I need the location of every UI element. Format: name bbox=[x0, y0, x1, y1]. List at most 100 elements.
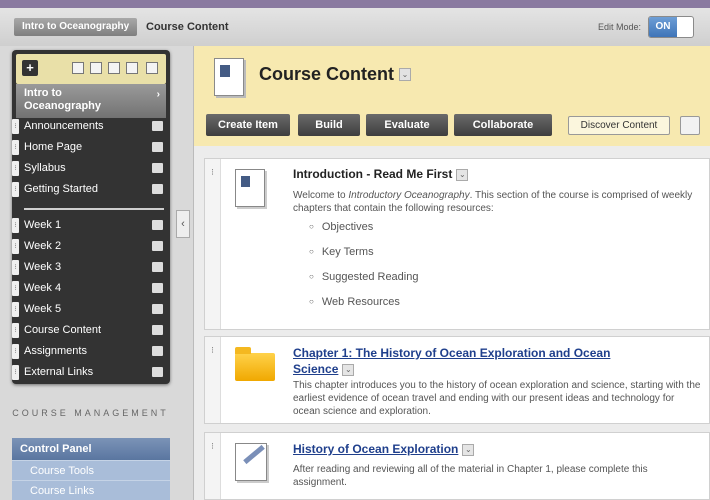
double-chevron-down-icon[interactable]: ⌄ bbox=[462, 443, 475, 456]
drag-handle-icon[interactable]: ⁝ bbox=[205, 433, 221, 499]
evaluate-button[interactable]: Evaluate bbox=[366, 114, 448, 136]
chevron-down-icon[interactable] bbox=[152, 220, 163, 230]
menu-item-announcements[interactable]: ⁝ Announcements bbox=[12, 116, 170, 137]
drag-handle-icon[interactable]: ⁝ bbox=[12, 281, 19, 296]
drag-handle-icon[interactable]: ⁝ bbox=[12, 302, 19, 317]
double-chevron-down-icon[interactable]: ⌄ bbox=[342, 363, 355, 376]
drag-handle-icon[interactable]: ⁝ bbox=[12, 182, 19, 197]
control-panel: Control Panel Course Tools Course Links bbox=[12, 438, 170, 500]
menu-item-label: Week 3 bbox=[24, 261, 62, 273]
chevron-left-icon[interactable]: ‹ bbox=[176, 210, 190, 238]
menu-item-label: Home Page bbox=[24, 141, 83, 153]
collaborate-button[interactable]: Collaborate bbox=[454, 114, 552, 136]
list-item: Suggested Reading bbox=[309, 271, 419, 283]
item-description: This chapter introduces you to the histo… bbox=[293, 380, 701, 417]
menu-item-external-links[interactable]: ⁝ External Links bbox=[12, 362, 170, 383]
page-title: Course Content bbox=[259, 64, 394, 84]
menu-item-syllabus[interactable]: ⁝ Syllabus bbox=[12, 158, 170, 179]
menu-item-week-4[interactable]: ⁝ Week 4 bbox=[12, 278, 170, 299]
course-title-line2: Oceanography bbox=[24, 100, 102, 112]
chevron-down-icon[interactable] bbox=[152, 142, 163, 152]
edit-mode-value: ON bbox=[649, 17, 677, 37]
item-title-line: Science bbox=[293, 362, 339, 376]
chevron-down-icon[interactable] bbox=[152, 346, 163, 356]
options-icon[interactable] bbox=[680, 116, 700, 135]
drag-handle-icon[interactable]: ⁝ bbox=[12, 218, 19, 233]
list-item: Objectives bbox=[309, 221, 373, 233]
chevron-down-icon[interactable] bbox=[152, 184, 163, 194]
chevron-down-icon[interactable] bbox=[152, 367, 163, 377]
chevron-down-icon[interactable] bbox=[152, 121, 163, 131]
menu-item-assignments[interactable]: ⁝ Assignments bbox=[12, 341, 170, 362]
drag-handle-icon[interactable]: ⁝ bbox=[12, 161, 19, 176]
drag-handle-icon[interactable]: ⁝ bbox=[12, 365, 19, 380]
chevron-down-icon[interactable] bbox=[152, 283, 163, 293]
menu-item-label: Assignments bbox=[24, 345, 87, 357]
chevron-down-icon[interactable] bbox=[152, 304, 163, 314]
refresh-icon[interactable] bbox=[126, 62, 138, 74]
list-item: Key Terms bbox=[309, 246, 374, 258]
build-button[interactable]: Build bbox=[298, 114, 360, 136]
page-document-icon bbox=[214, 58, 244, 96]
control-panel-item-course-tools[interactable]: Course Tools bbox=[12, 460, 170, 480]
drag-handle-icon[interactable]: ⁝ bbox=[12, 344, 19, 359]
menu-item-label: Getting Started bbox=[24, 183, 98, 195]
folder-view-icon[interactable] bbox=[90, 62, 102, 74]
double-chevron-down-icon[interactable]: ⌄ bbox=[399, 68, 411, 81]
edit-mode-toggle[interactable]: ON bbox=[648, 16, 694, 38]
chevron-right-icon[interactable]: › bbox=[157, 88, 160, 101]
menu-item-week-1[interactable]: ⁝ Week 1 bbox=[12, 215, 170, 236]
chevron-down-icon[interactable] bbox=[152, 163, 163, 173]
menu-item-course-content[interactable]: ⁝ Course Content bbox=[12, 320, 170, 341]
breadcrumb-course[interactable]: Intro to Oceanography bbox=[14, 18, 138, 36]
page-header: Course Content ⌄ Create Item Build Evalu… bbox=[194, 46, 710, 146]
menu-item-week-5[interactable]: ⁝ Week 5 bbox=[12, 299, 170, 320]
control-panel-item-course-links[interactable]: Course Links bbox=[12, 480, 170, 500]
item-title-line: Chapter 1: The History of Ocean Explorat… bbox=[293, 346, 611, 360]
item-title-link[interactable]: Chapter 1: The History of Ocean Explorat… bbox=[293, 345, 610, 377]
list-item: Web Resources bbox=[309, 296, 400, 308]
drag-handle-icon[interactable]: ⁝ bbox=[12, 323, 19, 338]
item-title-link[interactable]: History of Ocean Exploration ⌄ bbox=[293, 441, 475, 457]
control-panel-title[interactable]: Control Panel bbox=[12, 438, 170, 460]
menu-item-label: Week 2 bbox=[24, 240, 62, 252]
plus-icon[interactable]: + bbox=[22, 60, 38, 76]
left-panel: + Intro to Oceanography › ⁝ Announcements… bbox=[8, 46, 173, 500]
content-item-assignment: ⁝ History of Ocean Exploration ⌄ After re… bbox=[204, 432, 710, 500]
chevron-down-icon[interactable] bbox=[152, 262, 163, 272]
sort-icon[interactable] bbox=[146, 62, 158, 74]
document-icon bbox=[235, 169, 265, 207]
window-icon[interactable] bbox=[108, 62, 120, 74]
folder-icon bbox=[235, 347, 275, 381]
edit-mode-label: Edit Mode: bbox=[598, 22, 642, 32]
chevron-down-icon[interactable] bbox=[152, 241, 163, 251]
content-item-chapter-1: ⁝ Chapter 1: The History of Ocean Explor… bbox=[204, 336, 710, 424]
course-management-header: COURSE MANAGEMENT bbox=[12, 408, 169, 418]
course-menu-title[interactable]: Intro to Oceanography › bbox=[16, 84, 166, 118]
menu-item-home-page[interactable]: ⁝ Home Page bbox=[12, 137, 170, 158]
item-title-text: Introduction - Read Me First bbox=[293, 167, 453, 181]
menu-item-week-2[interactable]: ⁝ Week 2 bbox=[12, 236, 170, 257]
menu-item-week-3[interactable]: ⁝ Week 3 bbox=[12, 257, 170, 278]
main-content: Course Content ⌄ Create Item Build Evalu… bbox=[193, 46, 710, 500]
discover-content-button[interactable]: Discover Content bbox=[568, 116, 670, 135]
chevron-down-icon[interactable] bbox=[152, 325, 163, 335]
course-title-line1: Intro to bbox=[24, 87, 62, 99]
list-view-icon[interactable] bbox=[72, 62, 84, 74]
menu-item-getting-started[interactable]: ⁝ Getting Started bbox=[12, 179, 170, 200]
menu-divider bbox=[24, 208, 164, 210]
menu-toolbar: + bbox=[16, 54, 166, 84]
drag-handle-icon[interactable]: ⁝ bbox=[205, 159, 221, 329]
item-title[interactable]: Introduction - Read Me First ⌄ bbox=[293, 167, 469, 181]
item-description: Welcome to Introductory Oceanography. Th… bbox=[293, 189, 703, 215]
drag-handle-icon[interactable]: ⁝ bbox=[12, 119, 19, 134]
desc-part: Welcome to bbox=[293, 190, 349, 201]
create-item-button[interactable]: Create Item bbox=[206, 114, 290, 136]
drag-handle-icon[interactable]: ⁝ bbox=[12, 260, 19, 275]
menu-item-label: Syllabus bbox=[24, 162, 66, 174]
drag-handle-icon[interactable]: ⁝ bbox=[12, 239, 19, 254]
drag-handle-icon[interactable]: ⁝ bbox=[12, 140, 19, 155]
menu-item-label: External Links bbox=[24, 366, 94, 378]
double-chevron-down-icon[interactable]: ⌄ bbox=[456, 168, 469, 181]
drag-handle-icon[interactable]: ⁝ bbox=[205, 337, 221, 423]
